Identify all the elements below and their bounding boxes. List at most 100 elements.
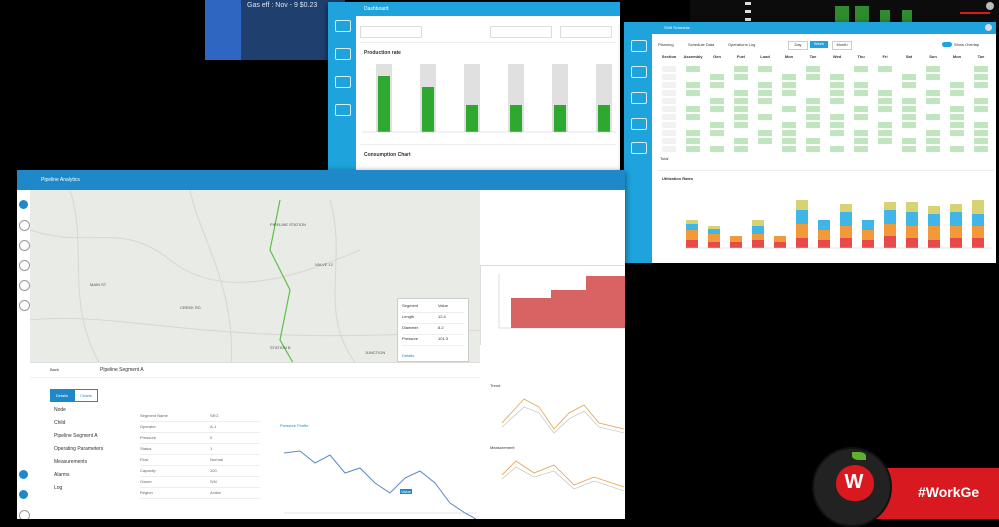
schedule-cell[interactable] <box>974 114 988 120</box>
schedule-cell[interactable] <box>950 114 964 120</box>
schedule-cell[interactable] <box>662 66 676 72</box>
schedule-cell[interactable] <box>950 122 964 128</box>
schedule-cell[interactable] <box>734 114 748 120</box>
schedule-cell[interactable] <box>806 106 820 112</box>
week-button[interactable]: Week <box>810 41 828 48</box>
tab-planning[interactable]: Planning <box>658 42 674 47</box>
schedule-cell[interactable] <box>950 74 964 80</box>
schedule-cell[interactable] <box>902 106 916 112</box>
schedule-cell[interactable] <box>950 138 964 144</box>
schedule-cell[interactable] <box>878 146 892 152</box>
schedule-cell[interactable] <box>758 82 772 88</box>
schedule-cell[interactable] <box>806 138 820 144</box>
schedule-cell[interactable] <box>686 82 700 88</box>
schedule-cell[interactable] <box>854 122 868 128</box>
schedule-cell[interactable] <box>950 146 964 152</box>
schedule-cell[interactable] <box>686 146 700 152</box>
schedule-cell[interactable] <box>878 74 892 80</box>
date-select[interactable] <box>490 26 552 38</box>
schedule-cell[interactable] <box>830 66 844 72</box>
schedule-cell[interactable] <box>830 138 844 144</box>
search-icon[interactable] <box>19 220 30 231</box>
schedule-cell[interactable] <box>926 146 940 152</box>
schedule-cell[interactable] <box>734 146 748 152</box>
tree-item[interactable]: Pipeline Segment A <box>54 433 98 439</box>
schedule-cell[interactable] <box>662 74 676 80</box>
schedule-cell[interactable] <box>974 122 988 128</box>
tree-item[interactable]: Measurements <box>54 459 87 465</box>
schedule-cell[interactable] <box>662 122 676 128</box>
schedule-cell[interactable] <box>686 114 700 120</box>
schedule-cell[interactable] <box>686 138 700 144</box>
schedule-cell[interactable] <box>686 66 700 72</box>
schedule-cell[interactable] <box>926 82 940 88</box>
schedule-cell[interactable] <box>878 98 892 104</box>
schedule-cell[interactable] <box>854 82 868 88</box>
tree-item[interactable]: Alarms <box>54 472 70 478</box>
schedule-cell[interactable] <box>830 98 844 104</box>
schedule-cell[interactable] <box>974 146 988 152</box>
schedule-cell[interactable] <box>734 98 748 104</box>
schedule-cell[interactable] <box>782 74 796 80</box>
report-icon[interactable] <box>335 76 351 88</box>
schedule-cell[interactable] <box>950 66 964 72</box>
schedule-cell[interactable] <box>662 106 676 112</box>
draw-icon[interactable] <box>19 280 30 291</box>
schedule-cell[interactable] <box>926 66 940 72</box>
schedule-cell[interactable] <box>950 106 964 112</box>
layers-icon[interactable] <box>19 200 28 209</box>
schedule-cell[interactable] <box>686 98 700 104</box>
schedule-cell[interactable] <box>758 106 772 112</box>
schedule-cell[interactable] <box>758 66 772 72</box>
schedule-cell[interactable] <box>926 106 940 112</box>
schedule-cell[interactable] <box>686 90 700 96</box>
schedule-cell[interactable] <box>782 122 796 128</box>
schedule-cell[interactable] <box>854 130 868 136</box>
document-icon[interactable] <box>631 142 647 154</box>
schedule-cell[interactable] <box>686 74 700 80</box>
schedule-cell[interactable] <box>926 122 940 128</box>
schedule-cell[interactable] <box>734 90 748 96</box>
schedule-cell[interactable] <box>806 66 820 72</box>
schedule-cell[interactable] <box>758 90 772 96</box>
filter-select[interactable] <box>360 26 422 38</box>
schedule-cell[interactable] <box>806 114 820 120</box>
schedule-cell[interactable] <box>662 130 676 136</box>
schedule-cell[interactable] <box>926 74 940 80</box>
schedule-cell[interactable] <box>806 82 820 88</box>
schedule-cell[interactable] <box>902 90 916 96</box>
schedule-cell[interactable] <box>806 146 820 152</box>
tab-charts[interactable]: Charts <box>74 389 98 402</box>
help-icon[interactable] <box>19 510 30 519</box>
schedule-cell[interactable] <box>734 66 748 72</box>
schedule-cell[interactable] <box>806 90 820 96</box>
schedule-cell[interactable] <box>806 98 820 104</box>
schedule-cell[interactable] <box>806 74 820 80</box>
schedule-cell[interactable] <box>950 90 964 96</box>
schedule-cell[interactable] <box>830 106 844 112</box>
schedule-cell[interactable] <box>758 74 772 80</box>
tree-item[interactable]: Log <box>54 485 62 491</box>
schedule-cell[interactable] <box>878 114 892 120</box>
tools-icon[interactable] <box>631 66 647 78</box>
schedule-cell[interactable] <box>830 122 844 128</box>
tab-details[interactable]: Details <box>50 389 74 402</box>
schedule-cell[interactable] <box>974 106 988 112</box>
schedule-cell[interactable] <box>974 74 988 80</box>
schedule-cell[interactable] <box>878 90 892 96</box>
schedule-cell[interactable] <box>902 98 916 104</box>
schedule-cell[interactable] <box>710 66 724 72</box>
schedule-cell[interactable] <box>710 74 724 80</box>
schedule-cell[interactable] <box>830 114 844 120</box>
schedule-cell[interactable] <box>878 66 892 72</box>
schedule-cell[interactable] <box>758 146 772 152</box>
schedule-cell[interactable] <box>734 122 748 128</box>
calendar-icon[interactable] <box>631 40 647 52</box>
schedule-cell[interactable] <box>710 114 724 120</box>
schedule-cell[interactable] <box>926 138 940 144</box>
schedule-cell[interactable] <box>686 106 700 112</box>
overlap-toggle[interactable] <box>942 42 952 47</box>
schedule-cell[interactable] <box>782 138 796 144</box>
ruler-icon[interactable] <box>19 260 30 271</box>
schedule-cell[interactable] <box>854 106 868 112</box>
